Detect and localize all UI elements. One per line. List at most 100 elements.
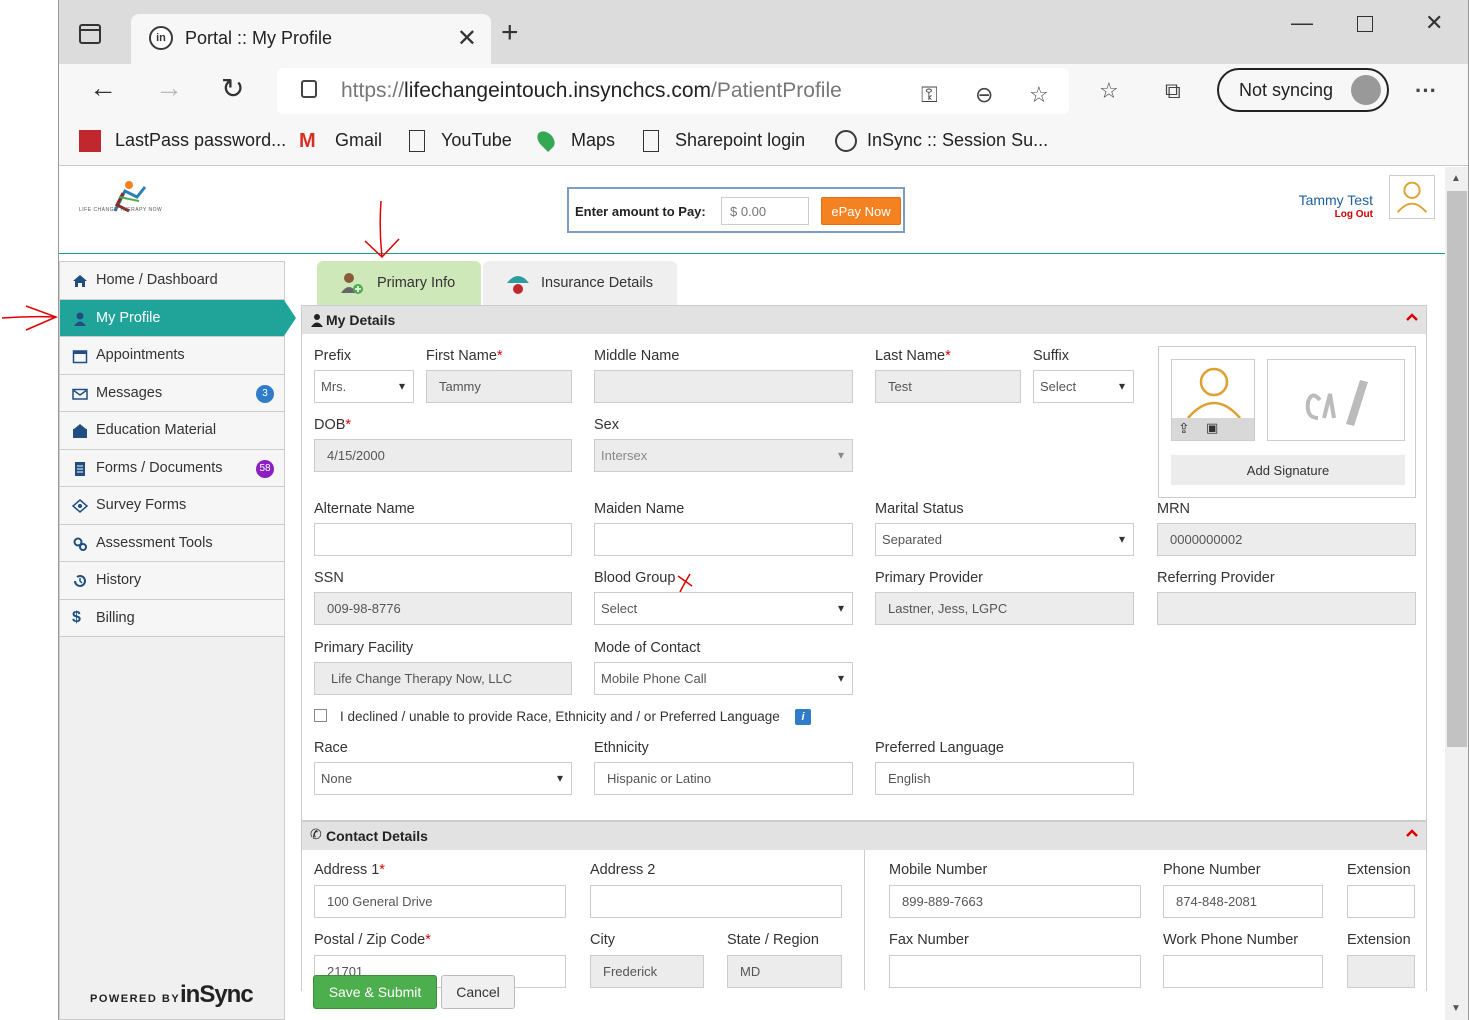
collections-icon[interactable]: ⧉ (1165, 78, 1181, 104)
bookmark-maps[interactable]: Maps (571, 130, 615, 151)
favorites-icon[interactable]: ☆ (1099, 78, 1119, 104)
user-avatar-icon[interactable] (1389, 175, 1435, 219)
minimize-icon[interactable]: — (1291, 10, 1313, 36)
mrn-field[interactable]: 0000000002 (1157, 523, 1416, 556)
upload-icon[interactable]: ⇪ (1178, 420, 1190, 437)
browser-tab[interactable]: in Portal :: My Profile ✕ (131, 14, 491, 64)
survey-icon (72, 499, 88, 513)
alternate-name-field[interactable] (314, 523, 572, 556)
zoom-icon[interactable]: ⊖ (975, 82, 993, 108)
close-window-icon[interactable]: ✕ (1425, 10, 1443, 36)
bookmark-youtube[interactable]: YouTube (441, 130, 512, 151)
sidebar-item-history[interactable]: History (60, 562, 284, 600)
maximize-icon[interactable] (1357, 16, 1373, 32)
tab-insurance-details[interactable]: Insurance Details (483, 261, 677, 305)
annotation-arrow-sidebar (1, 305, 59, 331)
bookmark-gmail[interactable]: Gmail (335, 130, 382, 151)
tab-primary-info[interactable]: Primary Info (317, 261, 481, 305)
fax-number-label: Fax Number (889, 932, 969, 948)
prefix-select[interactable]: Mrs. (314, 370, 414, 403)
state-field[interactable]: MD (727, 955, 842, 988)
close-tab-icon[interactable]: ✕ (457, 24, 477, 53)
sidebar-item-survey[interactable]: Survey Forms (60, 487, 284, 525)
header-divider (59, 253, 1445, 254)
bookmark-insync[interactable]: InSync :: Session Su... (867, 130, 1048, 151)
phone-number-field[interactable]: 874-848-2081 (1163, 885, 1323, 918)
ssn-field[interactable]: 009-98-8776 (314, 592, 572, 625)
add-favorite-icon[interactable]: ☆ (1029, 82, 1049, 108)
race-select[interactable]: None (314, 762, 572, 795)
dob-field[interactable]: 4/15/2000 (314, 439, 572, 472)
save-submit-button[interactable]: Save & Submit (313, 975, 437, 1009)
marital-status-select[interactable]: Separated (875, 523, 1134, 556)
back-icon[interactable]: ← (89, 72, 117, 104)
messages-count-badge: 3 (256, 384, 274, 403)
primary-provider-field[interactable]: Lastner, Jess, LGPC (875, 592, 1134, 625)
info-icon[interactable]: i (795, 709, 811, 725)
sidebar-item-billing[interactable]: $ Billing (60, 599, 284, 637)
add-signature-button[interactable]: Add Signature (1171, 455, 1405, 485)
collapse-chevron-icon[interactable] (1406, 312, 1418, 322)
forward-icon[interactable]: → (155, 72, 183, 104)
suffix-select[interactable]: Select (1033, 370, 1134, 403)
sidebar-item-label: Billing (96, 609, 135, 626)
tab-actions-icon[interactable] (79, 24, 101, 44)
logo-text: LIFE CHANGE THERAPY NOW (79, 207, 163, 213)
profile-photo[interactable]: ⇪ ▣ (1171, 359, 1255, 441)
mobile-number-field[interactable]: 899-889-7663 (889, 885, 1141, 918)
sidebar-item-home[interactable]: Home / Dashboard (60, 262, 284, 300)
new-tab-icon[interactable]: + (501, 18, 519, 48)
sidebar-item-label: Messages (96, 384, 163, 401)
sidebar-item-education[interactable]: Education Material (60, 412, 284, 450)
city-field[interactable]: Frederick (590, 955, 704, 988)
maiden-name-field[interactable] (594, 523, 853, 556)
tools-icon (73, 537, 87, 551)
work-phone-field[interactable] (1163, 955, 1323, 988)
first-name-field[interactable]: Tammy (426, 370, 572, 403)
address1-field[interactable]: 100 General Drive (314, 885, 566, 918)
last-name-field[interactable]: Test (875, 370, 1021, 403)
bookmark-lastpass[interactable]: LastPass password... (115, 130, 286, 151)
mode-of-contact-select[interactable]: Mobile Phone Call (594, 662, 853, 695)
sync-button[interactable]: Not syncing (1217, 68, 1389, 112)
ssn-label: SSN (314, 570, 344, 586)
refresh-icon[interactable]: ↻ (221, 72, 244, 105)
sidebar-item-appointments[interactable]: Appointments (60, 337, 284, 375)
key-icon[interactable]: ⚿ (921, 82, 938, 108)
fax-number-field[interactable] (889, 955, 1141, 988)
lock-icon[interactable] (301, 80, 317, 98)
extension2-field[interactable] (1347, 955, 1415, 988)
sidebar-item-forms[interactable]: Forms / Documents 58 (60, 449, 284, 487)
sidebar-item-my-profile[interactable]: My Profile (60, 299, 296, 337)
sidebar-item-assessment[interactable]: Assessment Tools (60, 524, 284, 562)
bookmarks-bar: LastPass password... M Gmail YouTube Map… (59, 118, 1468, 166)
page-icon (409, 130, 425, 152)
scroll-thumb[interactable] (1447, 191, 1467, 747)
bookmark-sharepoint[interactable]: Sharepoint login (675, 130, 805, 151)
primary-facility-field[interactable]: Life Change Therapy Now, LLC (314, 662, 572, 695)
referring-provider-field[interactable] (1157, 592, 1416, 625)
camera-icon[interactable]: ▣ (1206, 420, 1218, 436)
epay-now-button[interactable]: ePay Now (821, 197, 901, 225)
scroll-down-icon[interactable]: ▼ (1451, 1003, 1461, 1014)
scroll-up-icon[interactable]: ▲ (1451, 173, 1461, 184)
user-name-link[interactable]: Tammy Test (1299, 192, 1373, 208)
page-scrollbar[interactable]: ▲ ▼ (1445, 167, 1468, 1020)
extension-field[interactable] (1347, 885, 1415, 918)
sidebar-item-messages[interactable]: Messages 3 (60, 374, 284, 412)
more-menu-icon[interactable]: ··· (1415, 78, 1437, 104)
sex-select[interactable]: Intersex (594, 439, 853, 472)
address2-field[interactable] (590, 885, 842, 918)
collapse-chevron-icon[interactable] (1406, 828, 1418, 838)
preferred-language-field[interactable]: English (875, 762, 1134, 795)
middle-name-field[interactable] (594, 370, 853, 403)
cancel-button[interactable]: Cancel (441, 975, 515, 1009)
ethnicity-field[interactable]: Hispanic or Latino (594, 762, 853, 795)
logout-link[interactable]: Log Out (1335, 209, 1373, 220)
url-text[interactable]: https://lifechangeintouch.insynchcs.com/… (341, 79, 842, 103)
decline-demographics-checkbox[interactable] (314, 709, 327, 722)
tab-label: Primary Info (377, 275, 456, 291)
blood-group-select[interactable]: Select (594, 592, 853, 625)
address-bar[interactable]: https://lifechangeintouch.insynchcs.com/… (277, 68, 1069, 114)
pay-amount-input[interactable] (721, 197, 809, 225)
